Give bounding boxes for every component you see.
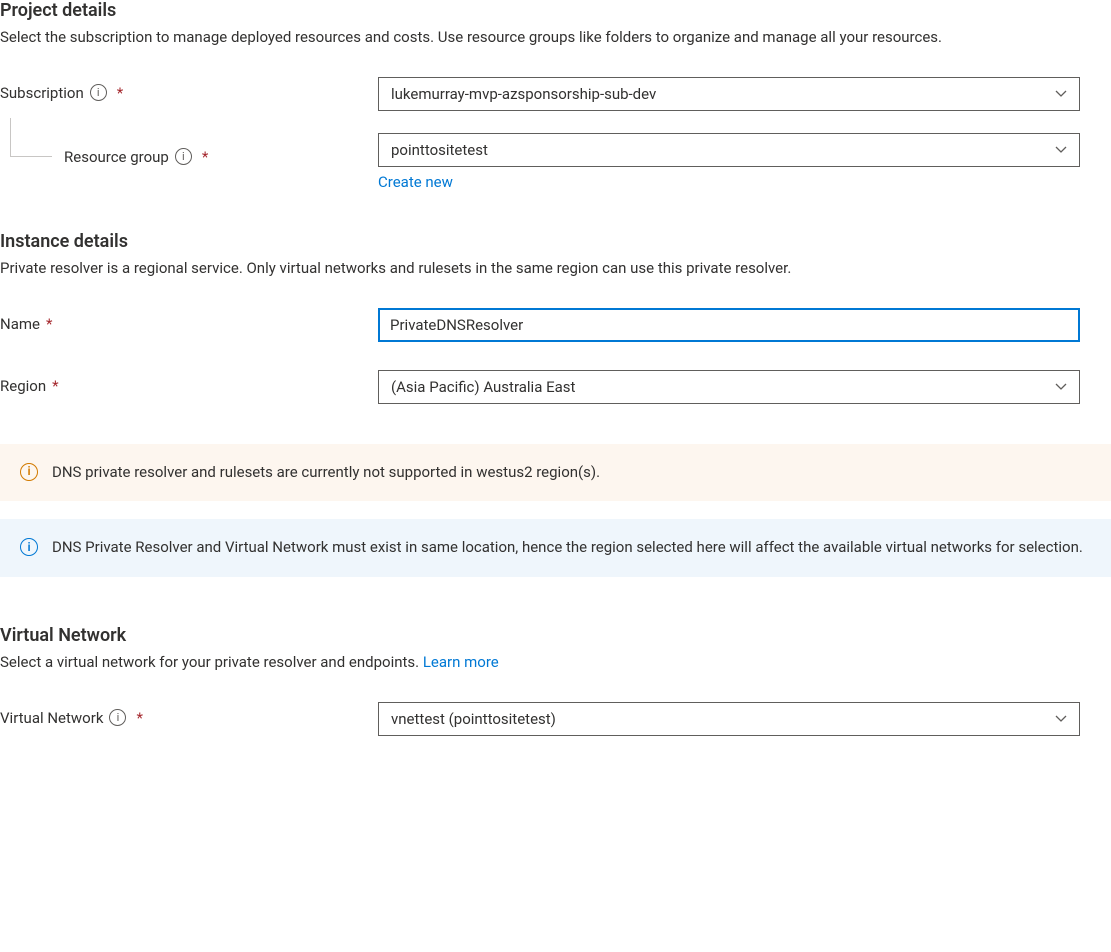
resource-group-dropdown[interactable]: pointtositetest (378, 133, 1080, 167)
region-label: Region (0, 377, 46, 395)
virtual-network-value: vnettest (pointtositetest) (391, 710, 1055, 728)
warning-text: DNS private resolver and rulesets are cu… (52, 462, 1091, 484)
project-details-title: Project details (0, 0, 1111, 21)
chevron-down-icon (1055, 713, 1067, 725)
resource-group-label: Resource group (64, 148, 169, 166)
tree-connector (0, 140, 60, 174)
virtual-network-desc-text: Select a virtual network for your privat… (0, 653, 423, 671)
info-icon[interactable]: i (175, 148, 192, 165)
required-indicator: * (202, 148, 208, 166)
instance-details-title: Instance details (0, 231, 1111, 252)
chevron-down-icon (1055, 88, 1067, 100)
required-indicator: * (46, 315, 52, 333)
info-banner-icon: i (20, 538, 38, 556)
subscription-dropdown[interactable]: lukemurray-mvp-azsponsorship-sub-dev (378, 77, 1080, 111)
required-indicator: * (136, 709, 142, 727)
create-new-link[interactable]: Create new (378, 173, 453, 191)
warning-banner: i DNS private resolver and rulesets are … (0, 444, 1111, 502)
virtual-network-label: Virtual Network (0, 709, 103, 727)
instance-details-description: Private resolver is a regional service. … (0, 258, 1080, 280)
virtual-network-title: Virtual Network (0, 625, 1111, 646)
subscription-value: lukemurray-mvp-azsponsorship-sub-dev (391, 85, 1055, 103)
region-value: (Asia Pacific) Australia East (391, 378, 1055, 396)
subscription-label: Subscription (0, 84, 84, 102)
required-indicator: * (52, 377, 58, 395)
warning-icon: i (20, 463, 38, 481)
info-icon[interactable]: i (109, 709, 126, 726)
region-dropdown[interactable]: (Asia Pacific) Australia East (378, 370, 1080, 404)
required-indicator: * (117, 84, 123, 102)
virtual-network-dropdown[interactable]: vnettest (pointtositetest) (378, 702, 1080, 736)
virtual-network-description: Select a virtual network for your privat… (0, 652, 1080, 674)
resource-group-value: pointtositetest (391, 141, 1055, 159)
project-details-description: Select the subscription to manage deploy… (0, 27, 1080, 49)
name-input[interactable] (378, 308, 1080, 342)
learn-more-link[interactable]: Learn more (423, 653, 499, 671)
name-label: Name (0, 315, 40, 333)
chevron-down-icon (1055, 144, 1067, 156)
info-banner: i DNS Private Resolver and Virtual Netwo… (0, 519, 1111, 577)
chevron-down-icon (1055, 381, 1067, 393)
info-text: DNS Private Resolver and Virtual Network… (52, 537, 1091, 559)
info-icon[interactable]: i (90, 84, 107, 101)
